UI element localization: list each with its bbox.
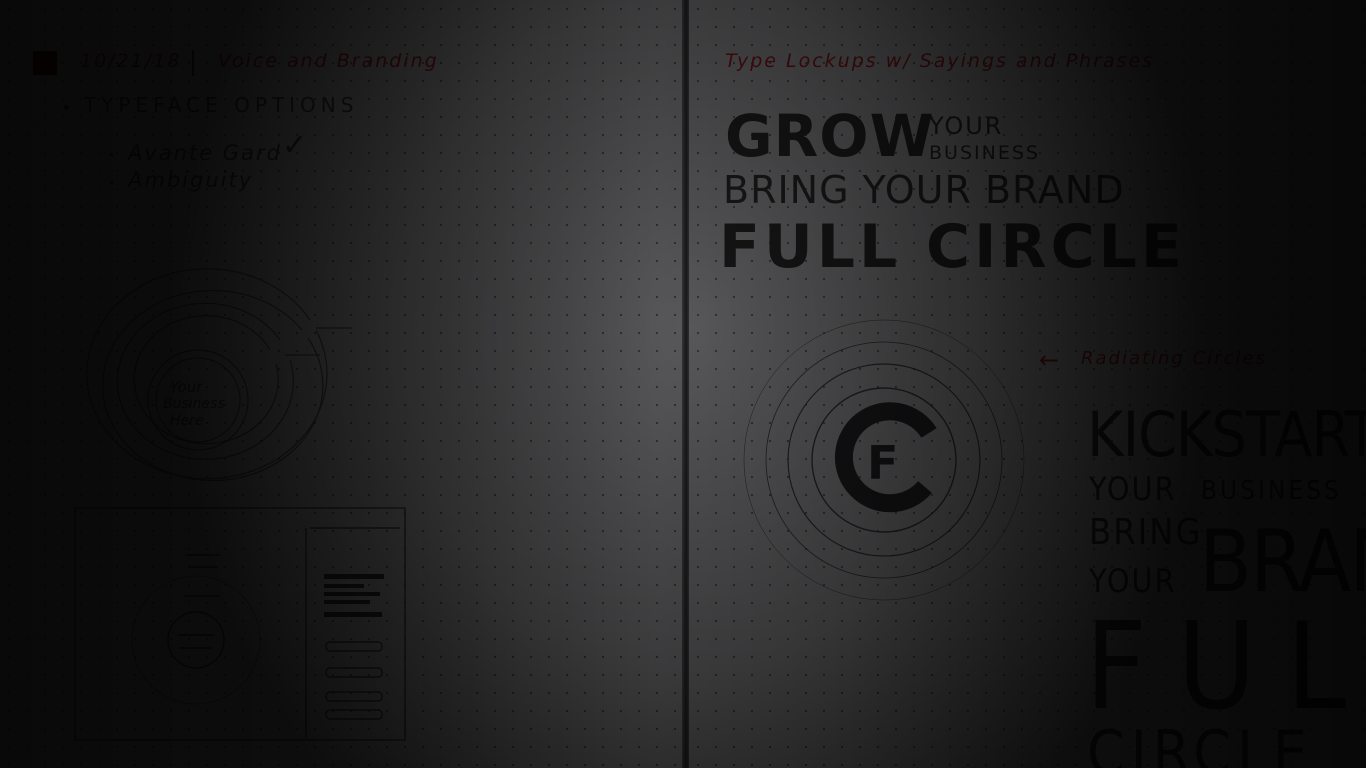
heading-bullet <box>64 105 69 110</box>
lockups-heading: Type Lockups w/ Sayings and Phrases <box>725 50 1155 72</box>
lockup2-business: BUSINESS <box>1201 476 1342 506</box>
option-bullet-2 <box>110 181 113 184</box>
typeface-option-2: Ambiguity <box>128 168 254 192</box>
lockup-full-circle: FULL CIRCLE <box>719 212 1186 282</box>
lockup2-circle: CIRCLE <box>1087 718 1313 768</box>
logo-sketch <box>86 268 352 482</box>
lockup2-full: FULL <box>1085 598 1366 737</box>
header-divider <box>192 50 194 76</box>
lockup2-kickstart: KICKSTART <box>1087 398 1366 471</box>
radiating-note: Radiating Circles <box>1081 348 1267 369</box>
arrow-left: ← <box>1039 346 1060 374</box>
right-page: Type Lockups w/ Sayings and Phrases GROW… <box>689 0 1366 768</box>
logo-text-line-3: Here <box>170 413 204 429</box>
red-marker-square <box>33 51 57 75</box>
lockup-grow: GROW <box>725 102 935 170</box>
lockup2-bring: BRING <box>1089 512 1203 553</box>
lockup-your: YOUR <box>929 112 1004 140</box>
lockup2-brand: BRAND <box>1199 512 1366 612</box>
wireframe-sketch <box>74 507 406 741</box>
typeface-option-1: Avante Gard <box>128 141 282 165</box>
logo-text-line-2: Business <box>163 396 225 412</box>
section-heading: TYPEFACE OPTIONS <box>84 93 359 117</box>
lockup-business: BUSINESS <box>929 142 1040 164</box>
lockup2-your-2: YOUR <box>1089 562 1177 600</box>
date-text: 10/21/18 <box>80 50 182 72</box>
notebook-photo: 10/21/18 Voice and Branding TYPEFACE OPT… <box>0 0 1366 768</box>
logo-text-line-1: Your <box>170 378 203 396</box>
logo-monogram: F <box>867 436 899 490</box>
option-bullet-1 <box>110 153 113 156</box>
lockup-bring-your-brand: BRING YOUR BRAND <box>723 168 1125 212</box>
check-mark: ✓ <box>282 128 308 163</box>
lockup2-your: YOUR <box>1089 470 1177 508</box>
left-page: 10/21/18 Voice and Branding TYPEFACE OPT… <box>0 0 684 768</box>
topic-text: Voice and Branding <box>218 50 439 72</box>
